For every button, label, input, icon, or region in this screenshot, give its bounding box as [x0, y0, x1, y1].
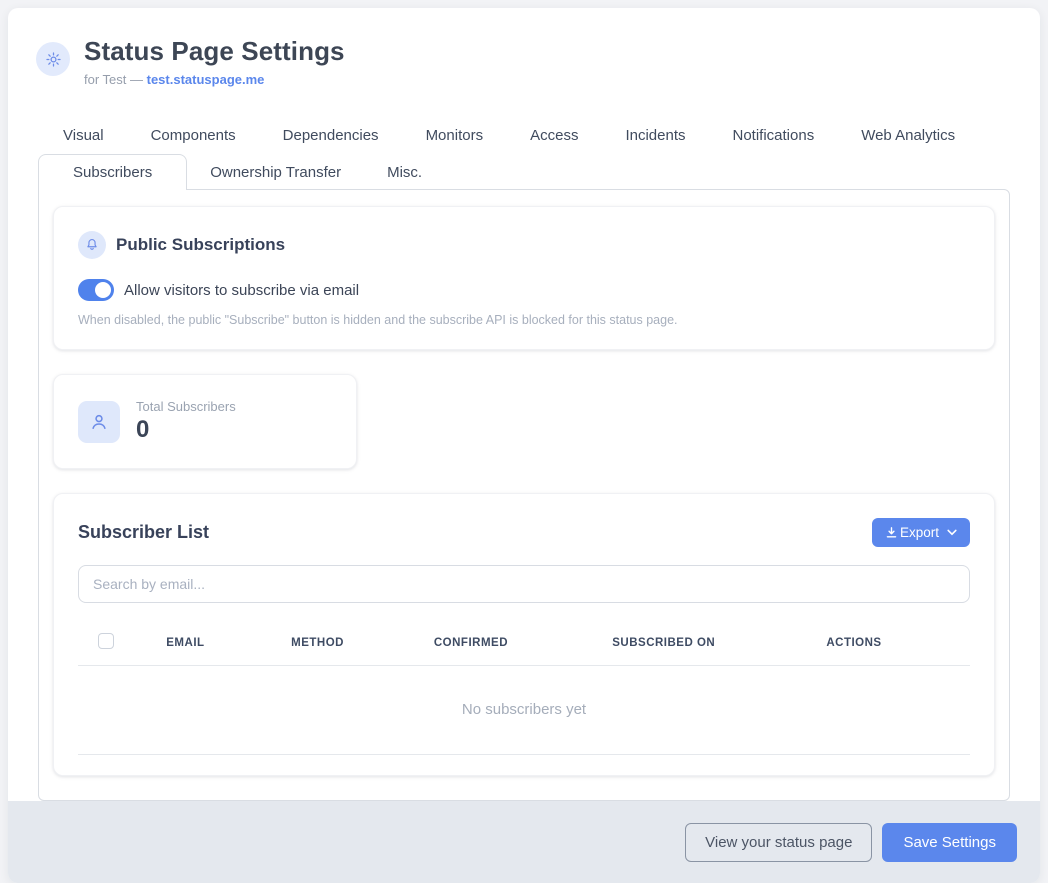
download-icon — [885, 526, 898, 539]
tab-access[interactable]: Access — [530, 127, 578, 144]
total-subscribers-value: 0 — [136, 416, 236, 444]
total-subscribers-card: Total Subscribers 0 — [53, 374, 357, 469]
page-title: Status Page Settings — [84, 36, 345, 67]
allow-subscribe-toggle[interactable] — [78, 279, 114, 301]
table-header-row: EMAIL METHOD CONFIRMED SUBSCRIBED ON ACT… — [78, 623, 970, 666]
search-input[interactable] — [78, 565, 970, 603]
tab-misc[interactable]: Misc. — [364, 154, 445, 190]
toggle-knob — [95, 282, 111, 298]
tab-notifications[interactable]: Notifications — [733, 127, 815, 144]
total-subscribers-text: Total Subscribers 0 — [136, 399, 236, 444]
bell-icon — [78, 231, 106, 259]
select-all-checkbox[interactable] — [98, 633, 114, 649]
tab-visual[interactable]: Visual — [63, 127, 104, 144]
tab-components[interactable]: Components — [151, 127, 236, 144]
person-icon — [78, 401, 120, 443]
empty-state-row: No subscribers yet — [78, 666, 970, 755]
subtitle-prefix: for Test — — [84, 72, 147, 87]
subscriber-list-title: Subscriber List — [78, 522, 209, 543]
export-button[interactable]: Export — [872, 518, 970, 547]
status-page-link[interactable]: test.statuspage.me — [147, 72, 265, 87]
chevron-down-icon — [947, 529, 957, 536]
subscribe-help-text: When disabled, the public "Subscribe" bu… — [78, 313, 970, 327]
tab-web-analytics[interactable]: Web Analytics — [861, 127, 955, 144]
tab-dependencies[interactable]: Dependencies — [283, 127, 379, 144]
page-header-text: Status Page Settings for Test — test.sta… — [84, 36, 345, 87]
column-method: METHOD — [283, 623, 426, 666]
tab-subscribers[interactable]: Subscribers — [38, 154, 187, 190]
view-status-page-button[interactable]: View your status page — [685, 823, 872, 862]
public-subscriptions-card: Public Subscriptions Allow visitors to s… — [53, 206, 995, 350]
export-button-label: Export — [900, 525, 939, 540]
public-subscriptions-header: Public Subscriptions — [78, 231, 970, 259]
subscriber-list-header: Subscriber List Export — [78, 518, 970, 547]
tab-ownership-transfer[interactable]: Ownership Transfer — [187, 154, 364, 190]
select-all-cell — [78, 623, 158, 666]
subscribers-table: EMAIL METHOD CONFIRMED SUBSCRIBED ON ACT… — [78, 623, 970, 755]
empty-state-text: No subscribers yet — [78, 666, 970, 755]
subscriber-list-card: Subscriber List Export — [53, 493, 995, 776]
column-subscribed-on: SUBSCRIBED ON — [604, 623, 818, 666]
tab-incidents[interactable]: Incidents — [625, 127, 685, 144]
save-settings-button[interactable]: Save Settings — [882, 823, 1017, 862]
subscribe-toggle-row: Allow visitors to subscribe via email — [78, 279, 970, 301]
column-email: EMAIL — [158, 623, 283, 666]
gear-icon — [36, 42, 70, 76]
tabs-row-secondary: Subscribers Ownership Transfer Misc. — [38, 154, 1010, 189]
total-subscribers-label: Total Subscribers — [136, 399, 236, 414]
tabs-row-primary: Visual Components Dependencies Monitors … — [38, 127, 1010, 144]
tab-monitors[interactable]: Monitors — [426, 127, 484, 144]
page-header: Status Page Settings for Test — test.sta… — [8, 8, 1040, 87]
status-page-settings-window: Status Page Settings for Test — test.sta… — [8, 8, 1040, 883]
column-confirmed: CONFIRMED — [426, 623, 604, 666]
page-subtitle: for Test — test.statuspage.me — [84, 72, 345, 87]
subscribers-tab-panel: Public Subscriptions Allow visitors to s… — [38, 189, 1010, 801]
column-actions: ACTIONS — [818, 623, 970, 666]
public-subscriptions-title: Public Subscriptions — [116, 235, 285, 255]
page-footer: View your status page Save Settings — [8, 801, 1040, 883]
subscribe-toggle-label: Allow visitors to subscribe via email — [124, 282, 359, 299]
